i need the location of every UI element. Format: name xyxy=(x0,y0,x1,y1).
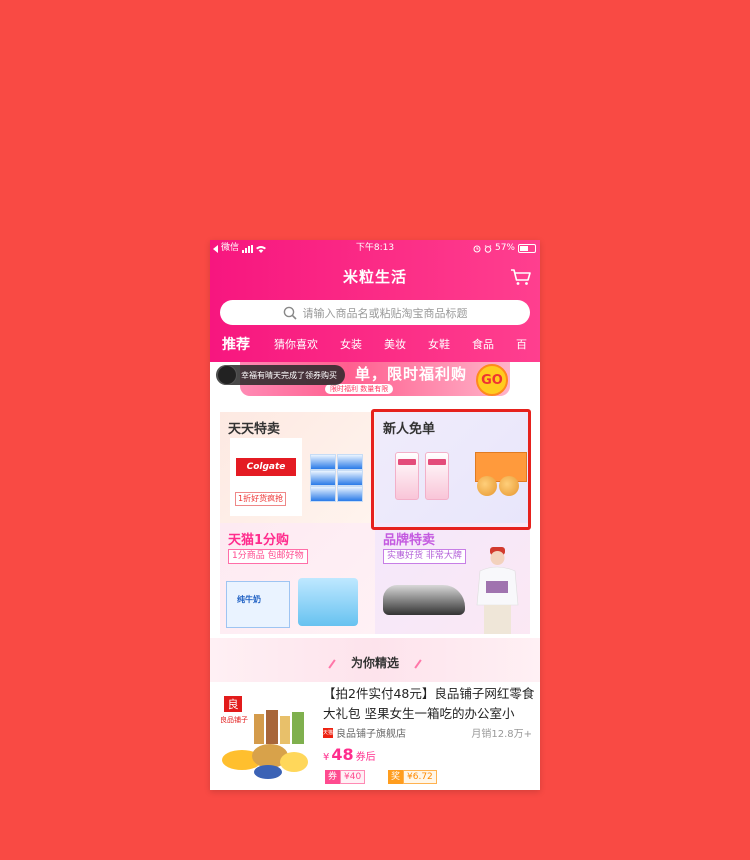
clock-icon xyxy=(484,244,492,253)
tmall-icon: 天猫 xyxy=(323,727,333,738)
reward-badge: 奖 ¥6.72 xyxy=(388,770,437,784)
tissue-box xyxy=(298,578,358,626)
tab-womens-shoes[interactable]: 女鞋 xyxy=(428,336,450,352)
svg-text:良: 良 xyxy=(228,697,239,711)
go-button[interactable]: GO xyxy=(476,364,508,396)
app-header: 微信 下午8:13 57% 米粒生活 请输入商品名或粘贴淘宝商品标题 推荐 猜你… xyxy=(210,240,540,362)
app-title: 米粒生活 xyxy=(342,268,407,286)
cart-icon[interactable] xyxy=(510,268,532,286)
status-bar: 微信 下午8:13 57% xyxy=(210,240,540,257)
promo-banner[interactable]: 单，限时福利购 限时福利 数量有限 GO 幸福有晴天完成了领券购买 xyxy=(210,362,540,402)
price-symbol: ¥ xyxy=(323,752,330,763)
daily-special-tag: 1折好货疯抢 xyxy=(235,492,287,506)
tab-guess-you-like[interactable]: 猜你喜欢 xyxy=(274,336,318,352)
purchase-toast: 幸福有晴天完成了领券购买 xyxy=(216,365,345,385)
reward-value: ¥6.72 xyxy=(403,770,437,784)
milk-product: 纯牛奶 xyxy=(226,581,290,628)
for-you-section: 为你精选 xyxy=(210,638,540,682)
shop-info[interactable]: 天猫 良品铺子旗舰店 xyxy=(323,725,406,740)
avatar xyxy=(217,365,237,385)
coupon-label: 券 xyxy=(325,770,341,784)
tab-food[interactable]: 食品 xyxy=(472,336,494,352)
shop-name: 良品铺子旗舰店 xyxy=(336,729,406,740)
banner-main-text: 单，限时福利购 xyxy=(355,365,468,383)
phone-screen: 微信 下午8:13 57% 米粒生活 请输入商品名或粘贴淘宝商品标题 推荐 猜你… xyxy=(210,240,540,790)
search-input[interactable]: 请输入商品名或粘贴淘宝商品标题 xyxy=(220,300,530,325)
price-value: 48 xyxy=(331,745,354,764)
alarm-icon xyxy=(473,245,481,252)
tab-beauty[interactable]: 美妆 xyxy=(384,336,406,352)
banner-sub-text: 限时福利 数量有限 xyxy=(325,384,394,394)
brand-sale-title: 品牌特卖 xyxy=(383,533,436,548)
reward-label: 奖 xyxy=(388,770,404,784)
product-name: 【拍2件实付48元】良品铺子网红零食大礼包 坚果女生一箱吃的办公室小 xyxy=(323,686,535,721)
daily-special-card[interactable]: 天天特卖 Colgate 1折好货疯抢 xyxy=(220,412,375,523)
sneaker-image xyxy=(383,585,465,615)
product-price: ¥48 券后 xyxy=(323,745,376,764)
coupon-badge[interactable]: 券 ¥40 xyxy=(325,770,366,784)
brand-sale-tag: 实惠好货 非常大牌 xyxy=(383,549,466,564)
category-tabs: 推荐 猜你喜欢 女装 美妆 女鞋 食品 百 xyxy=(210,333,540,355)
tab-more[interactable]: 百 xyxy=(516,336,527,352)
brand-logo-text: 良品铺子 xyxy=(220,715,248,724)
price-suffix: 券后 xyxy=(355,752,376,763)
tmall-one-cent-title: 天猫1分购 xyxy=(228,533,290,548)
milk-label: 纯牛奶 xyxy=(237,595,261,604)
coupon-value: ¥40 xyxy=(340,770,366,784)
daily-special-title: 天天特卖 xyxy=(228,422,281,437)
model-image xyxy=(476,547,519,634)
search-placeholder: 请输入商品名或粘贴淘宝商品标题 xyxy=(302,306,468,320)
toast-text: 幸福有晴天完成了领券购买 xyxy=(241,370,337,380)
brand-sale-card[interactable]: 品牌特卖 实惠好货 非常大牌 xyxy=(375,523,530,634)
product-item[interactable]: 良 良品铺子 【拍2件实付48元】良品铺子网红零食大礼包 坚果女生一箱吃的办公室… xyxy=(210,682,540,790)
colgate-product: Colgate 1折好货疯抢 xyxy=(230,438,302,516)
section-title: 为你精选 xyxy=(210,654,540,671)
tab-recommend[interactable]: 推荐 xyxy=(222,334,250,354)
battery-percent: 57% xyxy=(494,243,515,253)
toothpaste-boxes xyxy=(310,454,365,509)
colgate-logo: Colgate xyxy=(236,458,296,476)
tmall-one-cent-tag: 1分商品 包邮好物 xyxy=(228,549,308,564)
tmall-one-cent-card[interactable]: 天猫1分购 1分商品 包邮好物 纯牛奶 xyxy=(220,523,375,634)
product-image: 良 良品铺子 xyxy=(218,690,312,784)
highlight-box xyxy=(371,409,531,530)
monthly-sales: 月销12.8万+ xyxy=(471,729,532,740)
tab-womens-clothing[interactable]: 女装 xyxy=(340,336,362,352)
search-icon xyxy=(283,306,297,320)
battery-icon xyxy=(518,244,536,253)
